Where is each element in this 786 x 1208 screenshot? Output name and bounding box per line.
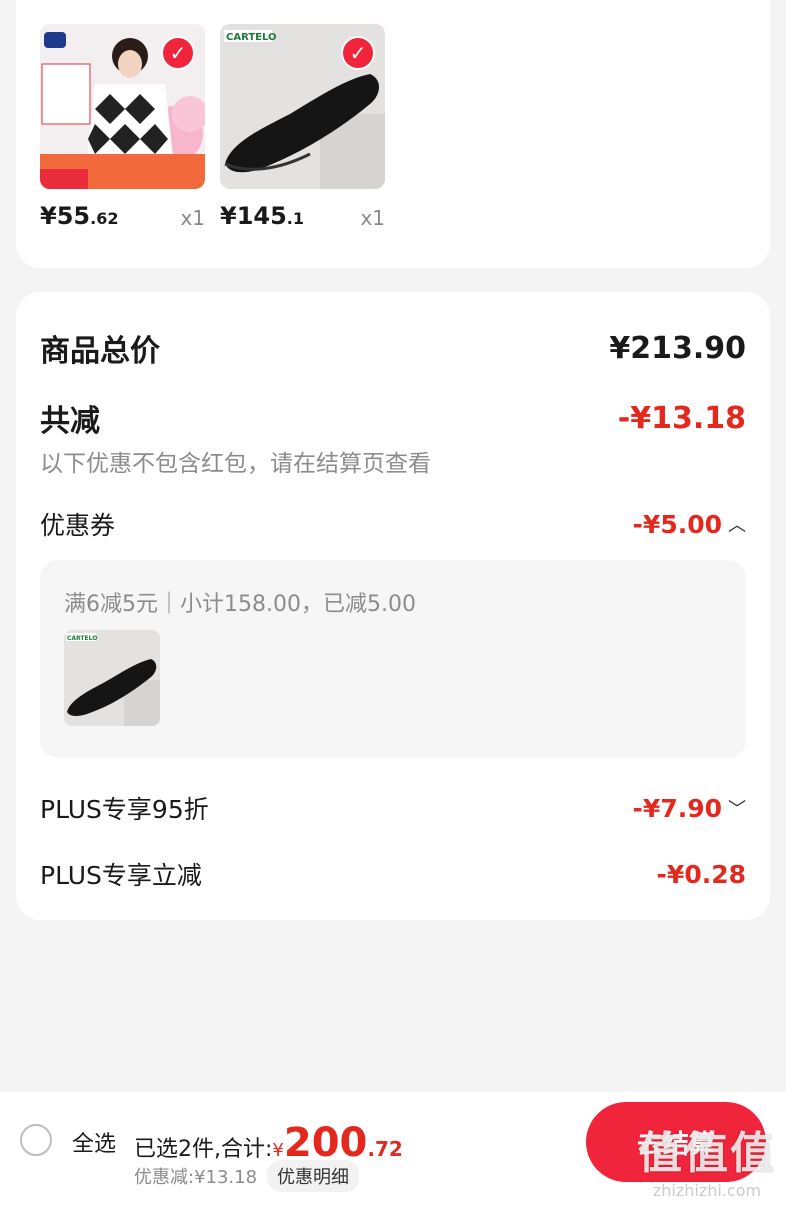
- checkbox-checked-icon[interactable]: ✓: [341, 36, 375, 70]
- discount-hint: 以下优惠不包含红包，请在结算页查看: [40, 451, 431, 477]
- total-amount-dec: .72: [367, 1137, 403, 1161]
- plus-95-label: PLUS专享95折: [40, 795, 209, 824]
- product-price: ¥145.1: [220, 202, 305, 230]
- selected-count-text: 已选2件,合计:: [134, 1137, 273, 1162]
- coupon-value: -¥5.00: [632, 509, 722, 539]
- selected-products-card: ✓ ¥55.62 x1 CARTELO ✓ ¥145.1 x1: [16, 0, 770, 268]
- plus-reduce-value: -¥0.28: [656, 859, 746, 889]
- plus-reduce-row: PLUS专享立减 -¥0.28: [40, 856, 746, 892]
- checkbox-checked-icon[interactable]: ✓: [161, 36, 195, 70]
- product-price: ¥55.62: [40, 202, 119, 230]
- plus-95-value: -¥7.90: [632, 793, 722, 823]
- coupon-label: 优惠券: [40, 511, 116, 540]
- product-image-shoe[interactable]: CARTELO ✓: [220, 24, 385, 189]
- product-image-sweater[interactable]: ✓: [40, 24, 205, 189]
- total-reduce-label: 共减: [40, 404, 100, 439]
- watermark-url: zhizhizhi.com: [652, 1181, 762, 1200]
- discount-summary: 优惠减:¥13.18 优惠明细: [134, 1160, 360, 1192]
- plus-95-value-wrap: -¥7.90 ﹀: [633, 794, 746, 823]
- total-price-label: 商品总价: [40, 334, 160, 369]
- svg-text:CARTELO: CARTELO: [67, 635, 97, 642]
- svg-text:CARTELO: CARTELO: [226, 32, 277, 43]
- discount-detail-button[interactable]: 优惠明细: [267, 1160, 360, 1192]
- chevron-up-icon[interactable]: ︿: [728, 511, 746, 537]
- coupon-detail-box: 满6减5元｜小计158.00，已减5.00 CARTELO: [40, 560, 746, 758]
- coupon-value-wrap: -¥5.00 ︿: [633, 510, 746, 539]
- total-price-value: ¥213.90: [609, 330, 746, 366]
- chevron-down-icon[interactable]: ﹀: [728, 795, 746, 821]
- discount-amount-text: 优惠减:¥13.18: [134, 1167, 258, 1188]
- plus-95-row[interactable]: PLUS专享95折 -¥7.90 ﹀: [40, 790, 746, 826]
- total-reduce-row: 共减 -¥13.18: [40, 396, 746, 440]
- coupon-row[interactable]: 优惠券 -¥5.00 ︿: [40, 506, 746, 542]
- watermark-logo: 值值值: [638, 1128, 776, 1179]
- product-quantity: x1: [180, 206, 205, 230]
- total-reduce-value: -¥13.18: [617, 400, 746, 436]
- select-all-radio[interactable]: [20, 1124, 52, 1156]
- site-watermark: 值值值 zhizhizhi.com: [638, 1117, 776, 1200]
- select-all-label[interactable]: 全选: [72, 1126, 116, 1158]
- total-price-row: 商品总价 ¥213.90: [40, 326, 746, 370]
- currency-symbol: ¥: [272, 1140, 284, 1161]
- plus-reduce-label: PLUS专享立减: [40, 861, 202, 890]
- price-summary-card: 商品总价 ¥213.90 共减 -¥13.18 以下优惠不包含红包，请在结算页查…: [16, 292, 770, 920]
- coupon-product-thumbnail[interactable]: CARTELO: [64, 630, 160, 726]
- coupon-detail-text: 满6减5元｜小计158.00，已减5.00: [64, 592, 416, 617]
- shoe-thumbnail-image: CARTELO: [64, 630, 160, 726]
- product-item[interactable]: CARTELO ✓ ¥145.1 x1: [220, 24, 385, 230]
- checkout-bar: 全选 已选2件,合计: ¥ 200 .72 优惠减:¥13.18 优惠明细 去结…: [0, 1092, 786, 1208]
- product-item[interactable]: ✓ ¥55.62 x1: [40, 24, 205, 230]
- product-quantity: x1: [360, 206, 385, 230]
